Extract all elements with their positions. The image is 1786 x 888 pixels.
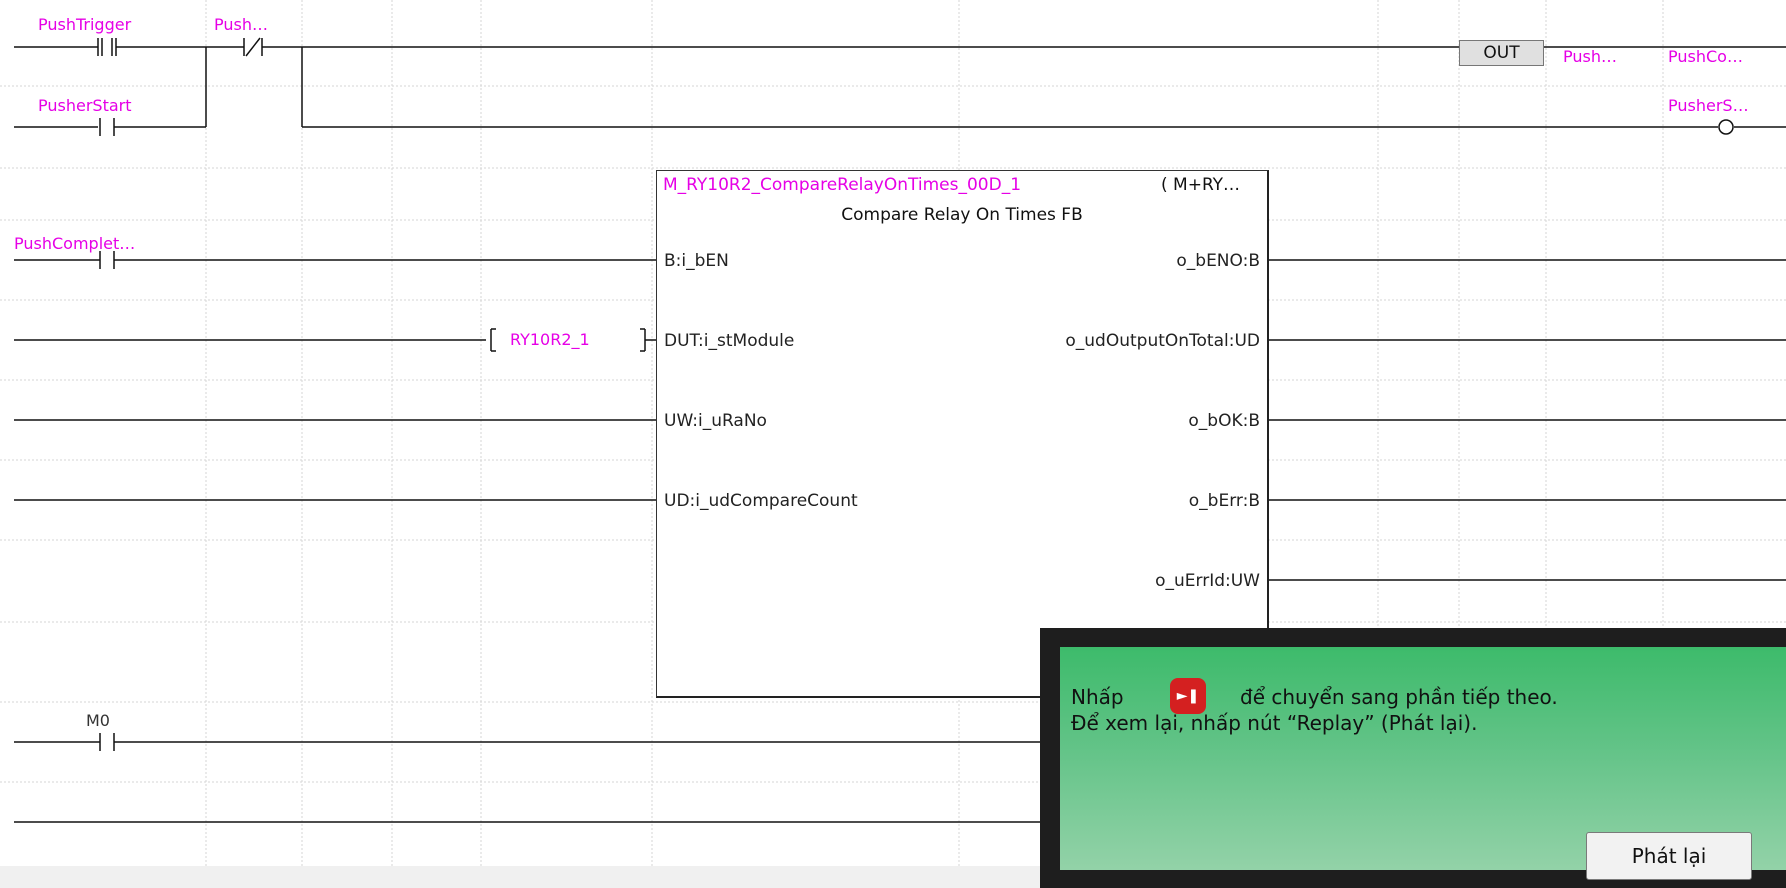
fb-name: M_RY10R2_CompareRelayOnTimes_00D_1 <box>663 175 1022 195</box>
out-instruction[interactable]: OUT <box>1459 40 1544 66</box>
module-label[interactable]: RY10R2_1 <box>510 331 590 349</box>
popup-text-next: để chuyển sang phần tiếp theo. <box>1240 685 1558 709</box>
contact-label-pushtrigger[interactable]: PushTrigger <box>38 16 131 34</box>
function-block[interactable]: M_RY10R2_CompareRelayOnTimes_00D_1 ( M+R… <box>656 170 1269 698</box>
popup-text-replay-hint: Để xem lại, nhấp nút “Replay” (Phát lại)… <box>1071 711 1478 735</box>
fb-output-pin: o_uErrId:UW <box>1155 571 1260 591</box>
coil-label-pushers[interactable]: PusherS… <box>1668 97 1749 115</box>
fb-output-pin: o_bENO:B <box>1176 251 1260 271</box>
contact-label-m0[interactable]: M0 <box>86 712 110 730</box>
contact-label-push[interactable]: Push… <box>214 16 268 34</box>
contact-label-pushcomplete[interactable]: PushComplet… <box>14 235 135 253</box>
play-next-icon[interactable]: ►❚ <box>1170 678 1206 714</box>
fb-output-pin: o_bErr:B <box>1188 491 1260 511</box>
fb-input-pin: DUT:i_stModule <box>664 331 795 351</box>
out-arg1-label[interactable]: Push… <box>1563 48 1617 66</box>
out-arg2-label[interactable]: PushCo… <box>1668 48 1743 66</box>
replay-button[interactable]: Phát lại <box>1586 832 1752 880</box>
fb-output-pin: o_udOutputOnTotal:UD <box>1065 331 1260 351</box>
contact-label-pusherstart[interactable]: PusherStart <box>38 97 132 115</box>
fb-input-pin: UD:i_udCompareCount <box>664 491 858 511</box>
popup-text-click: Nhấp <box>1071 685 1124 709</box>
fb-input-pin: UW:i_uRaNo <box>664 411 767 431</box>
fb-instance: ( M+RY… <box>1161 175 1241 195</box>
fb-description: Compare Relay On Times FB <box>841 205 1083 225</box>
fb-input-pin: B:i_bEN <box>664 251 729 271</box>
fb-output-pin: o_bOK:B <box>1188 411 1260 431</box>
